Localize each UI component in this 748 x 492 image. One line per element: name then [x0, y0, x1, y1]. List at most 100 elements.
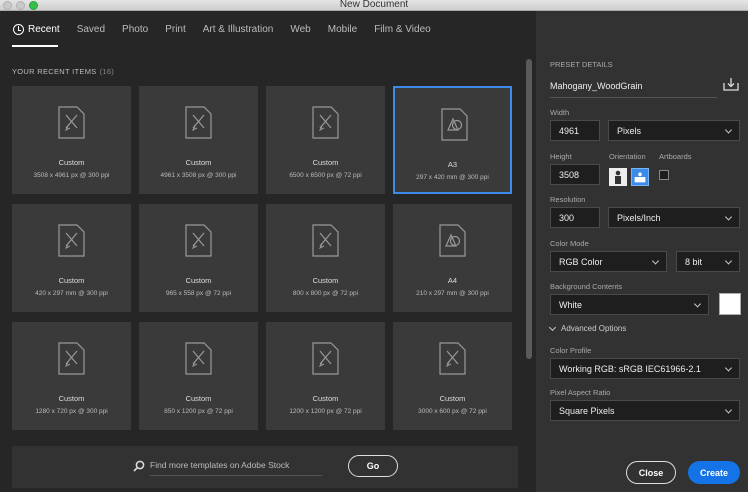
scrollbar[interactable]	[526, 59, 532, 359]
recent-item-name: Custom	[185, 276, 212, 285]
tab-recent[interactable]: Recent	[13, 23, 60, 35]
resolution-label: Resolution	[550, 195, 586, 204]
recent-items-count: (16)	[99, 67, 115, 76]
window-title: New Document	[339, 0, 409, 10]
tab-film-video[interactable]: Film & Video	[374, 24, 431, 35]
recent-item-size: 210 x 297 mm @ 300 ppi	[416, 290, 489, 297]
background-contents-label: Background Contents	[550, 282, 623, 291]
recent-item-card[interactable]: Custom 3000 x 600 px @ 72 ppi	[393, 322, 512, 430]
tab-saved[interactable]: Saved	[77, 24, 105, 35]
artboards-label: Artboards	[659, 152, 692, 161]
preset-name-field[interactable]: Mahogany_WoodGrain	[550, 81, 710, 91]
landscape-orientation-icon[interactable]	[631, 168, 649, 186]
recent-item-card[interactable]: Custom 800 x 800 px @ 72 ppi	[266, 204, 385, 312]
recent-item-name: Custom	[58, 394, 85, 403]
templates-panel: Recent Saved Photo Print Art & Illustrat…	[0, 11, 536, 492]
clock-icon	[13, 23, 24, 35]
advanced-options-toggle[interactable]: Advanced Options	[548, 323, 627, 333]
resolution-unit-select[interactable]: Pixels/Inch	[608, 207, 740, 228]
recent-item-card[interactable]: Custom 1200 x 1200 px @ 72 ppi	[266, 322, 385, 430]
resolution-unit-value: Pixels/Inch	[617, 212, 661, 223]
recent-item-name: Custom	[58, 158, 85, 167]
color-profile-label: Color Profile	[550, 346, 592, 355]
portrait-orientation-icon[interactable]	[609, 168, 627, 186]
preset-details-header: PRESET DETAILS	[550, 60, 613, 69]
tab-label: Recent	[28, 23, 60, 35]
stock-search-bar: Go	[12, 446, 518, 488]
close-button[interactable]: Close	[626, 461, 676, 484]
chevron-down-icon	[724, 256, 733, 265]
recent-item-card[interactable]: Custom 965 x 558 px @ 72 ppi	[139, 204, 258, 312]
height-input[interactable]: 3508	[550, 164, 600, 185]
recent-item-size: 420 x 297 mm @ 300 ppi	[35, 290, 108, 297]
color-profile-select[interactable]: Working RGB: sRGB IEC61966-2.1	[550, 358, 740, 379]
tab-mobile[interactable]: Mobile	[328, 24, 357, 35]
tab-web[interactable]: Web	[290, 24, 310, 35]
recent-item-card[interactable]: Custom 420 x 297 mm @ 300 ppi	[12, 204, 131, 312]
height-label: Height	[550, 152, 572, 161]
save-preset-icon[interactable]	[723, 77, 739, 91]
recent-item-name: Custom	[185, 394, 212, 403]
background-contents-select[interactable]: White	[550, 294, 709, 315]
artboards-checkbox[interactable]	[659, 170, 669, 180]
advanced-options-label: Advanced Options	[561, 324, 627, 333]
width-unit-value: Pixels	[617, 125, 642, 136]
recent-item-card[interactable]: Custom 3508 x 4961 px @ 300 ppi	[12, 86, 131, 194]
custom-doc-icon	[439, 342, 466, 375]
active-tab-indicator	[12, 45, 58, 47]
color-mode-select[interactable]: RGB Color	[550, 251, 667, 272]
print-doc-icon	[441, 108, 468, 141]
recent-item-name: Custom	[312, 394, 339, 403]
width-input[interactable]: 4961	[550, 120, 600, 141]
chevron-down-icon	[724, 212, 733, 221]
custom-doc-icon	[58, 106, 85, 139]
recent-item-card[interactable]: Custom 4961 x 3508 px @ 300 ppi	[139, 86, 258, 194]
tab-print[interactable]: Print	[165, 24, 186, 35]
go-button[interactable]: Go	[348, 455, 398, 477]
recent-item-card[interactable]: A4 210 x 297 mm @ 300 ppi	[393, 204, 512, 312]
recent-item-size: 800 x 800 px @ 72 ppi	[292, 290, 359, 297]
section-title: YOUR RECENT ITEMS (16)	[12, 67, 114, 76]
recent-item-size: 850 x 1200 px @ 72 ppi	[164, 408, 233, 415]
chevron-down-icon	[724, 363, 733, 372]
color-mode-value: RGB Color	[559, 256, 603, 267]
recent-item-size: 3508 x 4961 px @ 300 ppi	[33, 172, 110, 179]
create-button[interactable]: Create	[688, 461, 740, 484]
chevron-down-icon	[724, 405, 733, 414]
custom-doc-icon	[185, 106, 212, 139]
color-profile-value: Working RGB: sRGB IEC61966-2.1	[559, 363, 701, 374]
recent-item-card[interactable]: Custom 1280 x 720 px @ 300 ppi	[12, 322, 131, 430]
recent-item-size: 3000 x 600 px @ 72 ppi	[418, 408, 487, 415]
tab-photo[interactable]: Photo	[122, 24, 148, 35]
bit-depth-select[interactable]: 8 bit	[676, 251, 740, 272]
resolution-input[interactable]: 300	[550, 207, 600, 228]
color-mode-label: Color Mode	[550, 239, 589, 248]
background-color-swatch[interactable]	[719, 293, 741, 315]
custom-doc-icon	[185, 224, 212, 257]
bit-depth-value: 8 bit	[685, 256, 703, 267]
window-titlebar: New Document	[0, 0, 748, 11]
recent-item-name: Custom	[58, 276, 85, 285]
custom-doc-icon	[312, 224, 339, 257]
recent-item-card[interactable]: Custom 6500 x 6500 px @ 72 ppi	[266, 86, 385, 194]
stock-search-input[interactable]	[150, 454, 322, 476]
tab-art-illustration[interactable]: Art & Illustration	[203, 24, 274, 35]
custom-doc-icon	[58, 342, 85, 375]
width-unit-select[interactable]: Pixels	[608, 120, 740, 141]
recent-item-name: Custom	[439, 394, 466, 403]
search-icon	[133, 460, 145, 472]
recent-items-title: YOUR RECENT ITEMS	[12, 67, 97, 76]
recent-item-name: Custom	[185, 158, 212, 167]
width-label: Width	[550, 108, 570, 117]
custom-doc-icon	[58, 224, 85, 257]
preset-name-underline	[550, 97, 717, 98]
recent-item-card[interactable]: A3 297 x 420 mm @ 300 ppi	[393, 86, 512, 194]
pixel-aspect-ratio-label: Pixel Aspect Ratio	[550, 388, 611, 397]
recent-item-card[interactable]: Custom 850 x 1200 px @ 72 ppi	[139, 322, 258, 430]
pixel-aspect-ratio-select[interactable]: Square Pixels	[550, 400, 740, 421]
custom-doc-icon	[312, 106, 339, 139]
recent-item-size: 1200 x 1200 px @ 72 ppi	[289, 408, 362, 415]
print-doc-icon	[439, 224, 466, 257]
chevron-down-icon	[724, 125, 733, 134]
recent-item-size: 4961 x 3508 px @ 300 ppi	[160, 172, 237, 179]
